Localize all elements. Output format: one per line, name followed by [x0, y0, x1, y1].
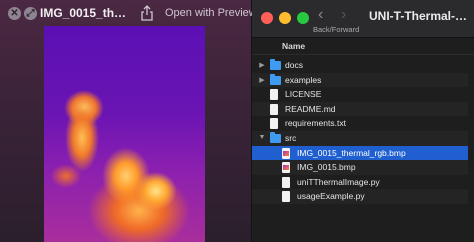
finder-toolbar: ‹ › Back/Forward UNI-T-Thermal-Utilities — [252, 0, 474, 38]
file-row[interactable]: LICENSE — [252, 87, 474, 102]
file-list: ▶ docs ▶ examples LICENSE README.md requiremen… — [252, 58, 474, 204]
document-icon — [270, 103, 278, 115]
folder-icon — [270, 131, 281, 143]
back-icon[interactable]: ‹ — [318, 6, 323, 24]
forward-icon[interactable]: › — [341, 6, 346, 24]
zoom-window-button[interactable] — [297, 12, 309, 24]
file-name: usageExample.py — [297, 191, 365, 202]
image-file-icon — [282, 147, 290, 159]
file-row[interactable]: README.md — [252, 101, 474, 117]
file-name: LICENSE — [285, 89, 322, 100]
file-row[interactable]: IMG_0015_thermal_rgb.bmp — [252, 145, 474, 161]
document-icon — [270, 118, 278, 130]
share-icon[interactable] — [140, 5, 154, 21]
file-name: src — [285, 132, 297, 143]
file-row[interactable]: ▶ docs — [252, 58, 474, 73]
fullscreen-icon[interactable]: ⤢ — [24, 7, 37, 20]
file-name: requirements.txt — [285, 118, 346, 129]
minimize-window-button[interactable] — [279, 12, 291, 24]
file-row[interactable]: ▶ examples — [252, 72, 474, 88]
file-name: uniTThermalImage.py — [297, 176, 380, 187]
disclosure-triangle-icon[interactable]: ▶ — [258, 61, 266, 69]
thermal-image-preview — [44, 26, 205, 242]
document-icon — [270, 89, 278, 101]
quicklook-titlebar: ✕ ⤢ IMG_0015_thermal_rgb.bmp Open with P… — [0, 0, 257, 27]
image-file-icon — [282, 162, 290, 174]
folder-icon — [270, 73, 281, 85]
file-name: README.md — [285, 103, 336, 114]
file-row[interactable]: uniTThermalImage.py — [252, 175, 474, 190]
file-name: examples — [285, 74, 322, 85]
document-icon — [282, 176, 290, 188]
disclosure-triangle-icon[interactable]: ▼ — [258, 134, 266, 141]
file-name: docs — [285, 60, 303, 70]
open-with-preview-button[interactable]: Open with Preview — [165, 7, 257, 19]
close-icon[interactable]: ✕ — [8, 7, 21, 20]
quicklook-window: ✕ ⤢ IMG_0015_thermal_rgb.bmp Open with P… — [0, 0, 257, 242]
file-row[interactable]: usageExample.py — [252, 189, 474, 204]
file-name: IMG_0015_thermal_rgb.bmp — [297, 147, 406, 158]
back-forward-label: Back/Forward — [313, 25, 360, 34]
document-icon — [282, 191, 290, 203]
name-column-header[interactable]: Name — [252, 38, 474, 55]
file-name: IMG_0015.bmp — [297, 162, 356, 173]
file-row[interactable]: ▼ src — [252, 130, 474, 146]
finder-window: ‹ › Back/Forward UNI-T-Thermal-Utilities… — [252, 0, 474, 242]
finder-title: UNI-T-Thermal-Utilities — [369, 9, 472, 23]
file-row[interactable]: IMG_0015.bmp — [252, 160, 474, 175]
scrollbar[interactable] — [468, 55, 474, 242]
quicklook-title: IMG_0015_thermal_rgb.bmp — [40, 6, 130, 20]
close-window-button[interactable] — [261, 12, 273, 24]
disclosure-triangle-icon[interactable]: ▶ — [258, 76, 266, 84]
file-row[interactable]: requirements.txt — [252, 116, 474, 131]
folder-icon — [270, 59, 281, 70]
